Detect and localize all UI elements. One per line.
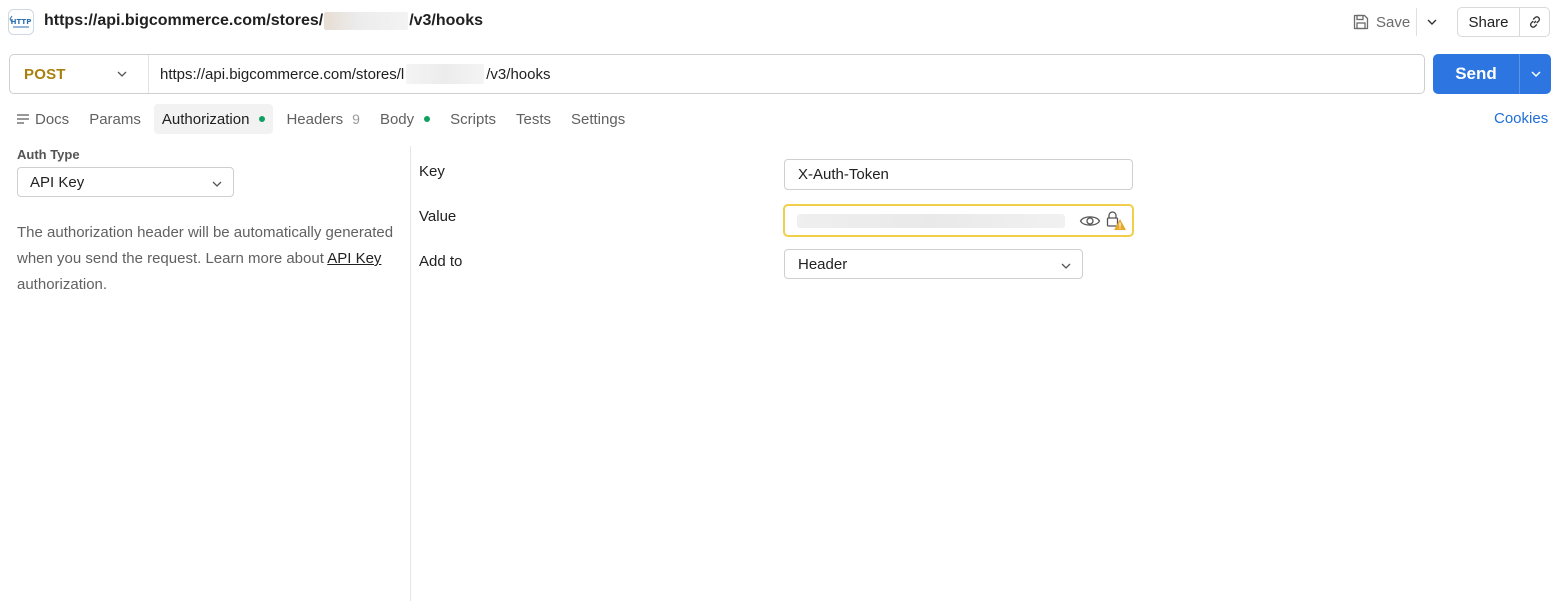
- chevron-down-icon: [212, 181, 222, 187]
- tab-label: Settings: [571, 110, 626, 128]
- panel-divider: [410, 146, 411, 601]
- http-protocol-icon: HTTP: [8, 9, 34, 35]
- save-options-button[interactable]: [1420, 8, 1444, 36]
- send-group: Send: [1433, 54, 1551, 94]
- save-button[interactable]: Save: [1346, 8, 1416, 36]
- eye-icon[interactable]: [1079, 212, 1101, 230]
- title-url-suffix: /v3/hooks: [409, 12, 483, 29]
- auth-type-panel: Auth Type API Key The authorization head…: [0, 140, 410, 601]
- title-url-prefix: https://api.bigcommerce.com/stores/: [44, 12, 324, 29]
- auth-description: The authorization header will be automat…: [17, 220, 397, 298]
- tab-label: Docs: [35, 110, 70, 128]
- title-bar: HTTP https://api.bigcommerce.com/stores/…: [0, 0, 1568, 44]
- save-label: Save: [1376, 13, 1411, 31]
- api-key-docs-link[interactable]: API Key: [327, 250, 381, 267]
- save-icon: [1353, 14, 1369, 30]
- add-to-label: Add to: [419, 253, 463, 270]
- tab-label: Scripts: [450, 110, 496, 128]
- tab-tests[interactable]: Tests: [508, 104, 559, 134]
- value-label: Value: [419, 208, 457, 225]
- headers-count: 9: [352, 111, 360, 127]
- request-url-bar: POST https://api.bigcommerce.com/stores/…: [9, 54, 1425, 94]
- divider: [1416, 8, 1417, 36]
- share-group: Share: [1457, 7, 1550, 37]
- redacted-store-id: [324, 12, 409, 30]
- docs-icon: [17, 114, 29, 124]
- cookies-link[interactable]: Cookies: [1494, 110, 1548, 127]
- chevron-down-icon: [1530, 71, 1541, 78]
- add-to-select[interactable]: Header: [784, 249, 1083, 279]
- send-button[interactable]: Send: [1433, 54, 1520, 94]
- tab-authorization[interactable]: Authorization: [153, 104, 274, 134]
- tab-scripts[interactable]: Scripts: [442, 104, 504, 134]
- auth-desc-text: authorization.: [17, 276, 108, 293]
- tab-label: Tests: [515, 110, 551, 128]
- status-dot: [259, 116, 266, 122]
- method-select[interactable]: POST: [10, 55, 149, 93]
- tab-params[interactable]: Params: [81, 104, 149, 134]
- request-title[interactable]: https://api.bigcommerce.com/stores/ /v3/…: [44, 12, 483, 30]
- key-input[interactable]: X-Auth-Token: [784, 159, 1133, 190]
- send-options-button[interactable]: [1520, 54, 1551, 94]
- add-to-value: Header: [798, 255, 848, 273]
- tab-label: Authorization: [161, 110, 250, 128]
- redacted-store-id: [406, 64, 485, 84]
- tab-headers[interactable]: Headers 9: [278, 104, 368, 134]
- lock-warning-icon: [1106, 211, 1126, 230]
- chevron-down-icon: [1427, 19, 1437, 25]
- redacted-token: [797, 214, 1065, 228]
- tab-docs[interactable]: Docs: [8, 104, 77, 134]
- auth-type-label: Auth Type: [17, 147, 80, 162]
- url-prefix: https://api.bigcommerce.com/stores/l: [160, 65, 405, 83]
- tab-settings[interactable]: Settings: [563, 104, 633, 134]
- link-icon: [1529, 16, 1540, 28]
- status-dot: [424, 116, 431, 122]
- chevron-down-icon: [1061, 263, 1071, 269]
- copy-link-button[interactable]: [1520, 8, 1549, 36]
- auth-type-select[interactable]: API Key: [17, 167, 234, 197]
- tab-label: Body: [379, 110, 415, 128]
- tab-label: Headers: [286, 110, 344, 128]
- svg-text:HTTP: HTTP: [11, 18, 32, 26]
- request-tabs: Docs Params Authorization Headers 9 Body…: [8, 104, 633, 134]
- share-button[interactable]: Share: [1458, 8, 1520, 36]
- chevron-down-icon: [117, 71, 127, 77]
- url-suffix: /v3/hooks: [486, 65, 551, 83]
- tab-body[interactable]: Body: [372, 104, 438, 134]
- key-label: Key: [419, 163, 445, 180]
- tab-label: Params: [89, 110, 141, 128]
- url-input[interactable]: https://api.bigcommerce.com/stores/l /v3…: [149, 55, 1424, 93]
- value-input[interactable]: [783, 204, 1134, 237]
- auth-type-value: API Key: [30, 173, 85, 191]
- method-value: POST: [24, 65, 66, 83]
